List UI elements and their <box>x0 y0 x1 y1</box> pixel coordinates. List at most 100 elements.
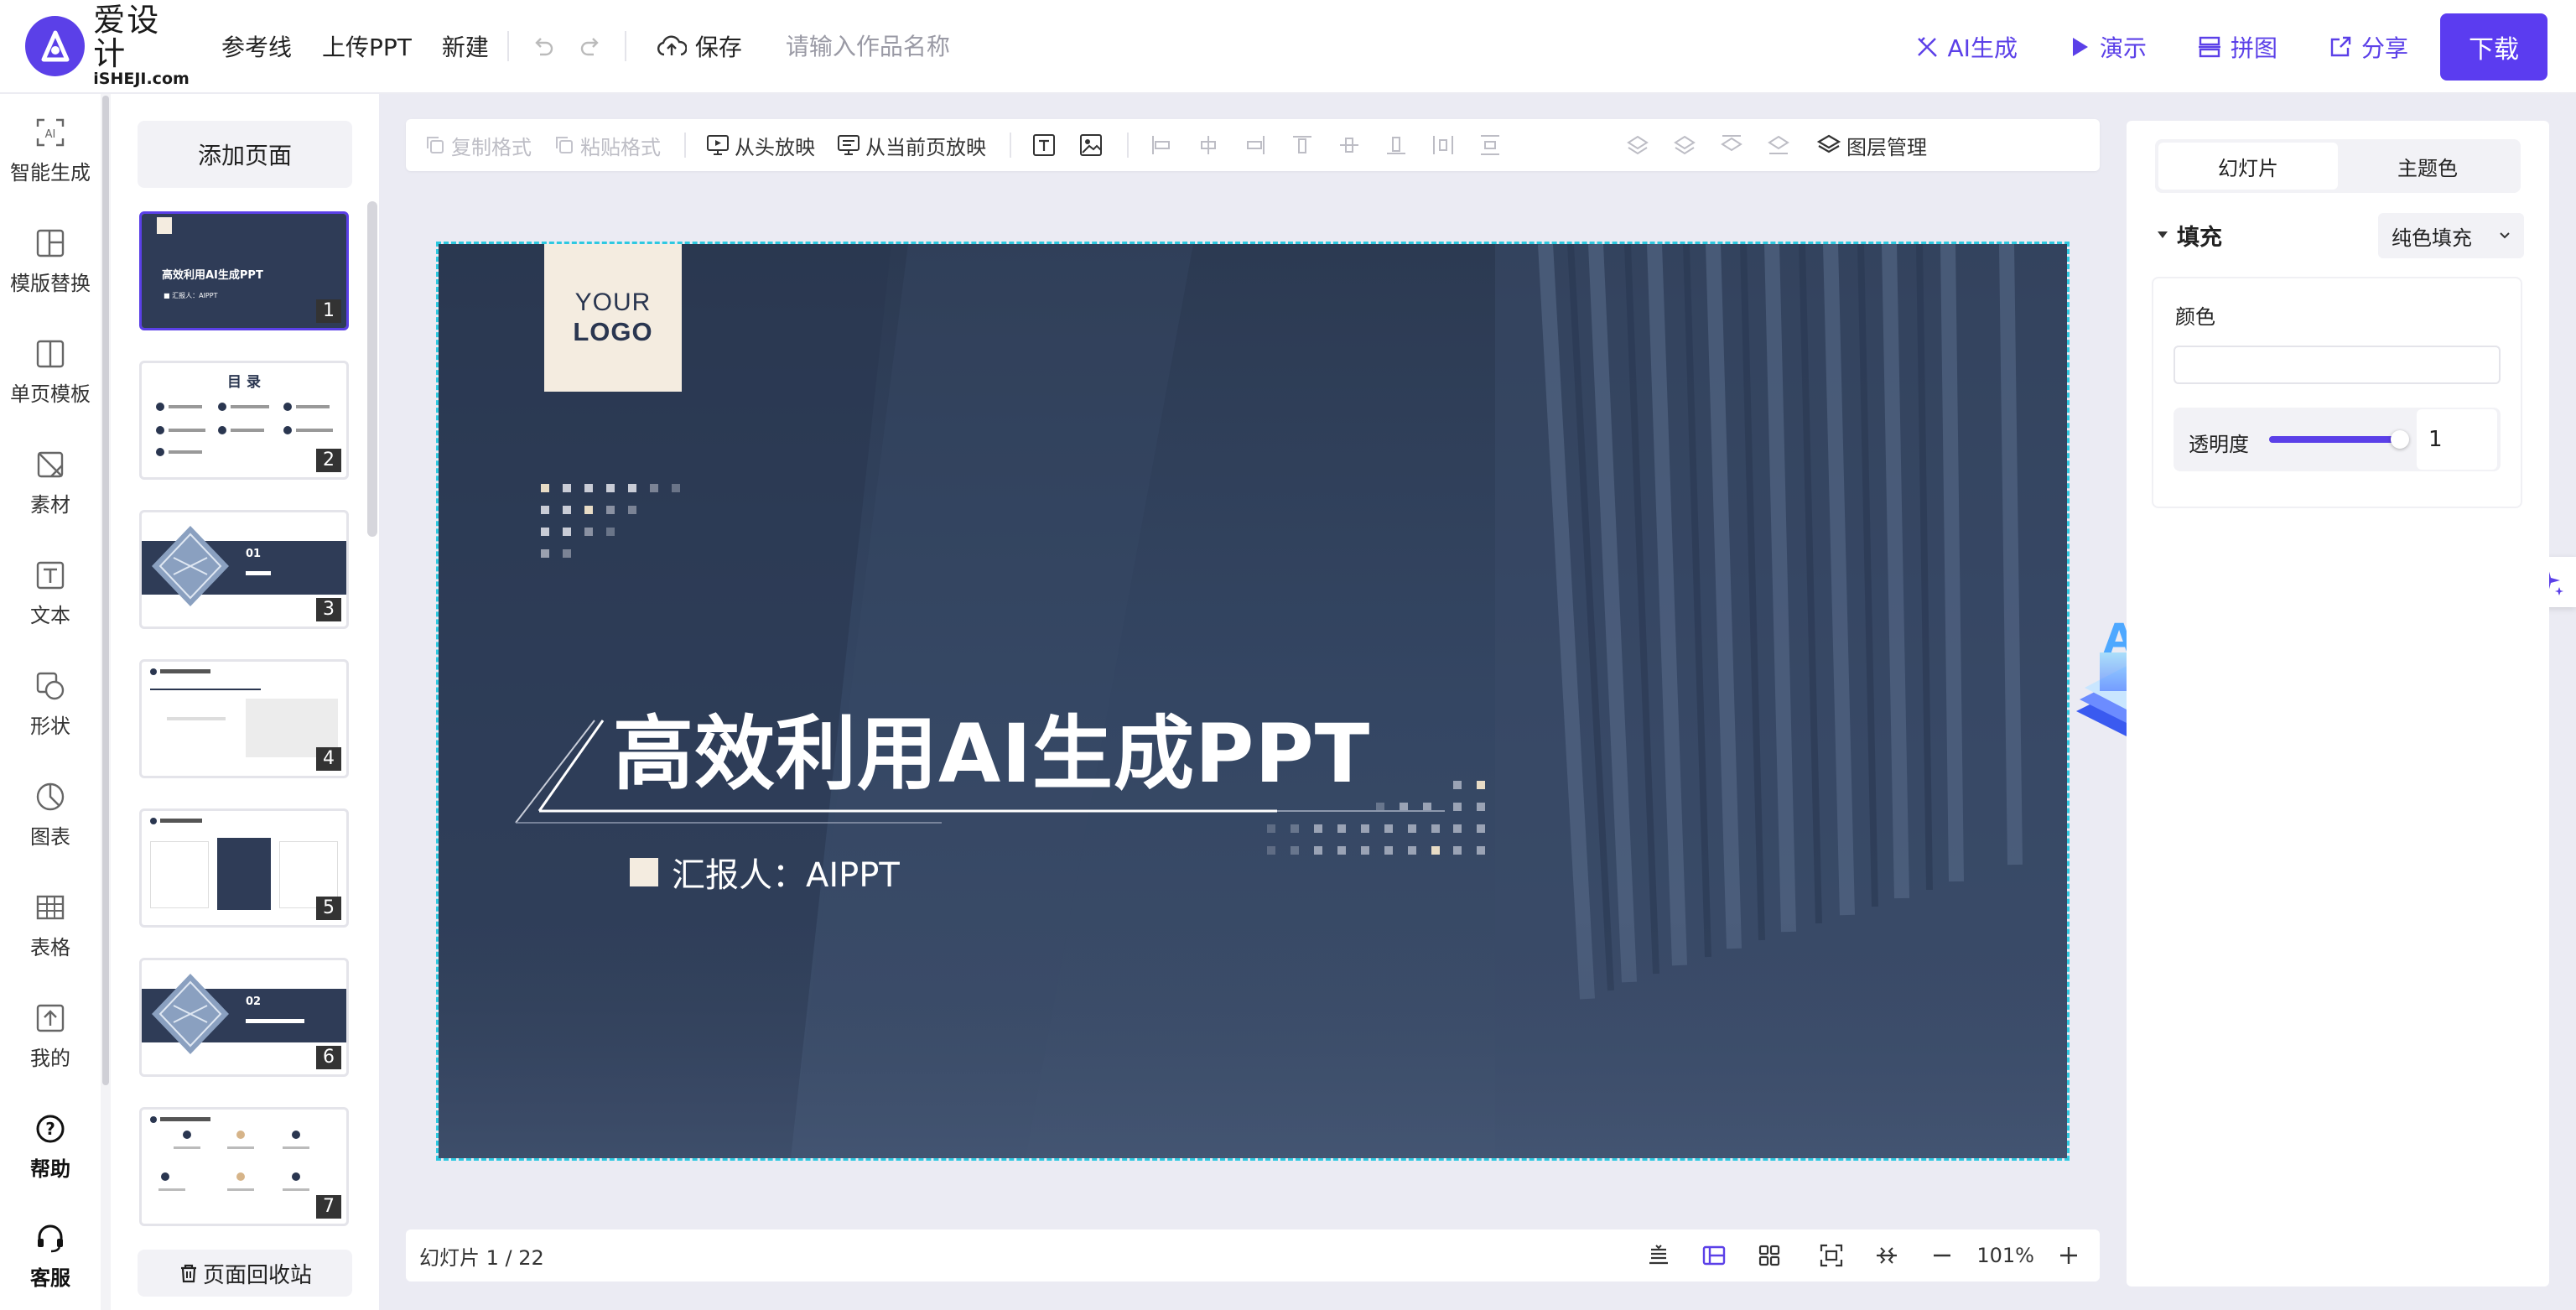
properties-panel: 幻灯片 主题色 填充 纯色填充 颜色 透明度 1 <box>2127 121 2549 1287</box>
page-thumb-1[interactable]: 高效利用AI生成PPT ■ 汇报人：AIPPT 1 <box>139 211 349 330</box>
editor-toolbar: 复制格式 粘贴格式 从头放映 从当前页放映 图层管理 <box>406 119 2100 171</box>
tool-mine[interactable]: 我的 <box>0 1001 101 1071</box>
page-number: 2 <box>316 449 341 472</box>
align-left-icon[interactable] <box>1149 133 1174 158</box>
tab-theme-color[interactable]: 主题色 <box>2338 143 2517 190</box>
divider <box>506 31 509 61</box>
thumb-title: 目 录 <box>227 374 261 391</box>
grid-view-icon[interactable] <box>1755 1241 1784 1270</box>
page-recycle-bin-button[interactable]: 页面回收站 <box>138 1250 352 1297</box>
svg-text:?: ? <box>45 1119 55 1139</box>
divider <box>624 31 626 61</box>
actual-size-icon[interactable] <box>1872 1241 1901 1270</box>
redo-icon[interactable] <box>576 31 606 61</box>
page-thumb-5[interactable]: 5 <box>139 808 349 928</box>
brand-logo-icon <box>25 16 86 76</box>
page-thumb-7[interactable]: 7 <box>139 1107 349 1226</box>
page-thumb-4[interactable]: 4 <box>139 659 349 778</box>
opacity-value-input[interactable]: 1 <box>2417 409 2497 470</box>
trash-icon <box>180 1264 196 1283</box>
slide-title[interactable]: 高效利用AI生成PPT <box>613 689 1370 805</box>
distribute-v-icon[interactable] <box>1478 133 1503 158</box>
tab-slide[interactable]: 幻灯片 <box>2158 143 2338 190</box>
thumb-title: 高效利用AI生成PPT <box>162 269 263 282</box>
save-button[interactable]: 保存 <box>657 29 742 63</box>
layer-up-icon[interactable] <box>1625 133 1650 158</box>
slide-canvas[interactable]: YOUR LOGO 高效利用AI生成PPT 汇报人：AIPPT <box>436 242 2070 1161</box>
copy-format-button[interactable]: 复制格式 <box>424 131 532 160</box>
play-from-current-button[interactable]: 从当前页放映 <box>837 131 986 160</box>
insert-image-icon[interactable] <box>1078 133 1104 158</box>
single-page-template-icon <box>34 337 67 371</box>
tools-scrollbar[interactable] <box>101 94 111 1310</box>
fill-section-header[interactable]: 填充 纯色填充 <box>2155 210 2524 260</box>
guides-menu[interactable]: 参考线 <box>221 29 292 63</box>
share-icon <box>2330 36 2351 57</box>
distribute-h-icon[interactable] <box>1431 133 1456 158</box>
collage-button[interactable]: 拼图 <box>2197 30 2277 64</box>
tool-help[interactable]: ? 帮助 <box>0 1112 101 1182</box>
brand-logo[interactable]: 爱设计 iSHEJI.com <box>25 2 193 88</box>
align-center-v-icon[interactable] <box>1337 133 1362 158</box>
layer-top-icon[interactable] <box>1719 133 1744 158</box>
fill-type-select[interactable]: 纯色填充 <box>2378 213 2524 258</box>
upload-ppt-menu[interactable]: 上传PPT <box>322 29 412 63</box>
normal-view-icon[interactable] <box>1700 1241 1728 1270</box>
tool-template-replace[interactable]: 模版替换 <box>0 226 101 296</box>
left-toolbar: AI 智能生成 模版替换 单页模板 素材 文本 形状 图表 表格 我的 ? 帮助… <box>0 94 101 1310</box>
page-number: 6 <box>316 1046 341 1069</box>
tool-table[interactable]: 表格 <box>0 891 101 960</box>
tool-chart[interactable]: 图表 <box>0 780 101 850</box>
pages-scrollbar[interactable] <box>367 201 377 537</box>
layer-bottom-icon[interactable] <box>1766 133 1791 158</box>
page-number: 7 <box>316 1195 341 1219</box>
slide[interactable]: YOUR LOGO 高效利用AI生成PPT 汇报人：AIPPT <box>439 244 2067 1158</box>
shape-icon <box>34 669 67 703</box>
opacity-slider-handle[interactable] <box>2390 430 2409 449</box>
tool-single-page-template[interactable]: 单页模板 <box>0 337 101 407</box>
zoom-out-icon[interactable] <box>1928 1241 1956 1270</box>
slide-reporter[interactable]: 汇报人：AIPPT <box>630 848 900 897</box>
color-label: 颜色 <box>2175 305 2215 329</box>
download-button[interactable]: 下载 <box>2440 13 2547 81</box>
tool-material[interactable]: 素材 <box>0 448 101 517</box>
screen-list-icon <box>838 135 860 155</box>
insert-text-icon[interactable] <box>1031 133 1057 158</box>
notes-icon[interactable] <box>1644 1241 1673 1270</box>
new-menu[interactable]: 新建 <box>442 29 489 63</box>
align-right-icon[interactable] <box>1243 133 1268 158</box>
align-top-icon[interactable] <box>1290 133 1315 158</box>
page-thumb-2[interactable]: 目 录 2 <box>139 361 349 480</box>
zoom-level[interactable]: 101% <box>1976 1244 2034 1267</box>
tool-ai-generate[interactable]: AI 智能生成 <box>0 116 101 185</box>
opacity-slider[interactable] <box>2269 430 2409 449</box>
tool-shape[interactable]: 形状 <box>0 669 101 739</box>
opacity-slider-fill <box>2269 436 2400 443</box>
share-button[interactable]: 分享 <box>2328 30 2408 64</box>
tool-text[interactable]: 文本 <box>0 559 101 628</box>
upload-icon <box>34 1001 67 1035</box>
header-menu: 参考线 上传PPT 新建 保存 <box>221 29 1138 63</box>
layer-down-icon[interactable] <box>1672 133 1697 158</box>
fit-screen-icon[interactable] <box>1817 1241 1846 1270</box>
slide-logo-placeholder[interactable]: YOUR LOGO <box>544 244 682 392</box>
add-page-button[interactable]: 添加页面 <box>138 121 352 188</box>
page-thumb-3[interactable]: 01 3 <box>139 510 349 629</box>
zoom-in-icon[interactable] <box>2054 1241 2083 1270</box>
screen-play-icon <box>707 135 729 155</box>
tool-service[interactable]: 客服 <box>0 1221 101 1291</box>
play-from-start-button[interactable]: 从头放映 <box>706 131 815 160</box>
paste-format-button[interactable]: 粘贴格式 <box>553 131 661 160</box>
thumb-subtitle: ■ 汇报人：AIPPT <box>164 292 218 299</box>
layer-manage-button[interactable]: 图层管理 <box>1816 131 1927 160</box>
work-title-input[interactable] <box>785 32 1138 60</box>
brand-name-cn: 爱设计 <box>93 2 161 73</box>
page-thumb-6[interactable]: 02 6 <box>139 958 349 1077</box>
color-picker-input[interactable] <box>2174 346 2501 384</box>
align-bottom-icon[interactable] <box>1384 133 1409 158</box>
svg-text:AI: AI <box>45 128 56 141</box>
undo-icon[interactable] <box>527 31 558 61</box>
align-center-h-icon[interactable] <box>1196 133 1221 158</box>
ai-generate-button[interactable]: AI生成 <box>1914 30 2018 64</box>
present-button[interactable]: 演示 <box>2068 30 2147 64</box>
